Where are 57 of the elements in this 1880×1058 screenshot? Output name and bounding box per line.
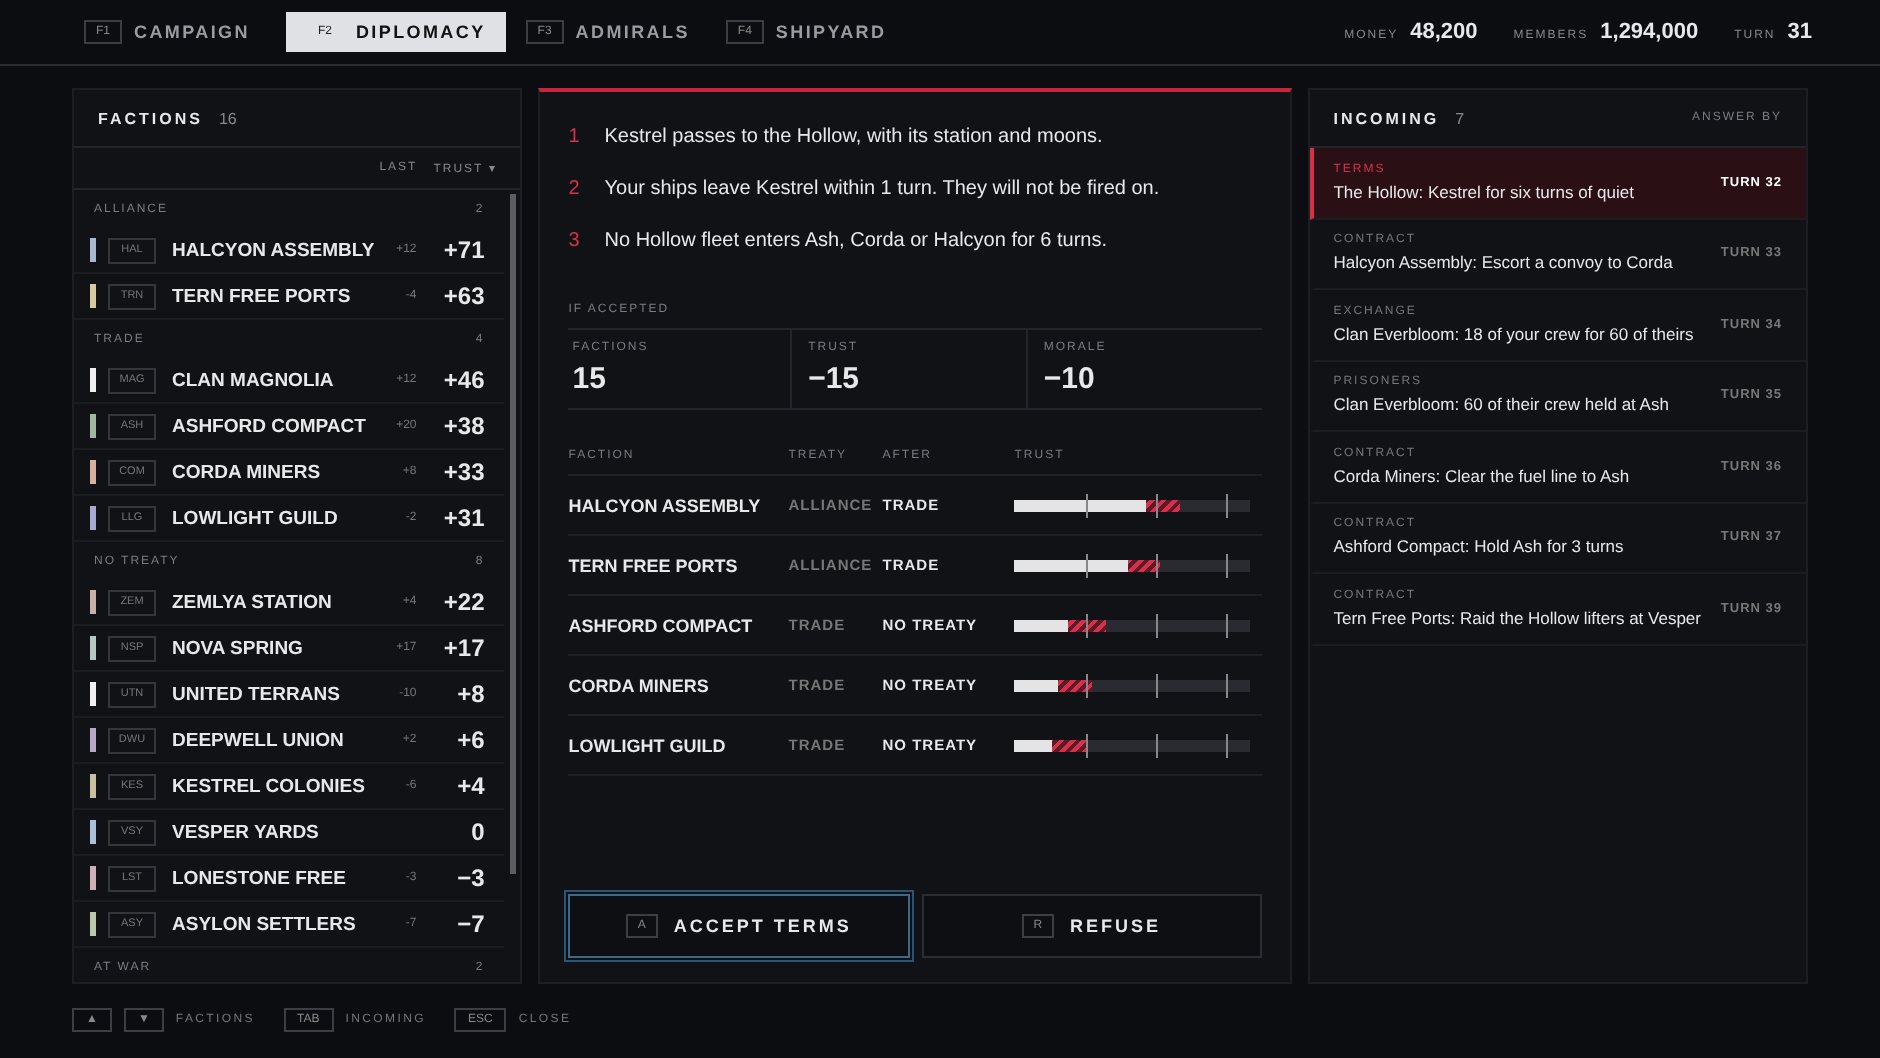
- term-number: 2: [568, 177, 581, 199]
- faction-name: UNITED TERRANS: [172, 683, 342, 705]
- trust-value: +4: [455, 772, 485, 800]
- faction-name: LONESTONE FREE: [172, 867, 348, 889]
- faction-name: HALCYON ASSEMBLY: [172, 239, 377, 261]
- stat-value: 31: [1787, 20, 1812, 44]
- term-text: Kestrel passes to the Hollow, with its station and moons.: [604, 125, 1103, 147]
- stat-value: 48,200: [1410, 20, 1478, 44]
- trust-value: −3: [455, 864, 485, 892]
- faction-name: ASHFORD COMPACT: [172, 415, 368, 437]
- term-text: No Hollow fleet enters Ash, Corda or Halcyon for 6 turns.: [604, 229, 1107, 251]
- trust-value: +46: [441, 366, 485, 394]
- faction-name: TERN FREE PORTS: [172, 285, 353, 307]
- faction-name: VESPER YARDS: [172, 821, 321, 843]
- faction-name: LOWLIGHT GUILD: [172, 507, 340, 529]
- trust-value: −7: [455, 910, 485, 938]
- trust-value: +71: [441, 236, 485, 264]
- trust-value: +6: [455, 726, 485, 754]
- faction-name: ASYLON SETTLERS: [172, 913, 358, 935]
- item-text: The Hollow: Kestrel for six turns of quiet: [1333, 181, 1636, 202]
- scrollbar[interactable]: [510, 194, 517, 874]
- stat-value: 1,294,000: [1600, 20, 1699, 44]
- faction-name: LOWLIGHT GUILD: [568, 735, 728, 755]
- item-text: Corda Miners: Clear the fuel line to Ash: [1333, 465, 1632, 486]
- trust-value: +63: [441, 282, 485, 310]
- item-text: Ashford Compact: Hold Ash for 3 turns: [1333, 536, 1626, 557]
- trust-value: +22: [441, 588, 485, 616]
- trust-value: +38: [441, 412, 485, 440]
- panel-count: 7: [1455, 109, 1465, 127]
- term-number: 1: [568, 125, 581, 147]
- trust-value: +8: [455, 680, 485, 708]
- faction-name: CLAN MAGNOLIA: [172, 369, 336, 391]
- trust-value: 0: [469, 818, 485, 846]
- item-text: Clan Everbloom: 60 of their crew held at Ash: [1333, 394, 1671, 415]
- faction-name: CORDA MINERS: [568, 675, 711, 695]
- trust-value: +31: [441, 504, 485, 532]
- stat-value: −15: [808, 362, 862, 396]
- faction-name: CORDA MINERS: [172, 461, 323, 483]
- item-text: Clan Everbloom: 18 of your crew for 60 of theirs: [1333, 323, 1696, 344]
- panel-title: FACTIONS: [98, 109, 203, 127]
- term-number: 3: [568, 229, 581, 251]
- item-text: Halcyon Assembly: Escort a convoy to Corda: [1333, 252, 1675, 273]
- trust-value: +17: [441, 634, 485, 662]
- faction-name: TERN FREE PORTS: [568, 555, 740, 575]
- faction-name: NOVA SPRING: [172, 637, 305, 659]
- faction-name: DEEPWELL UNION: [172, 729, 346, 751]
- panel-title: INCOMING: [1333, 109, 1440, 127]
- faction-name: HALCYON ASSEMBLY: [568, 495, 763, 515]
- panel-count: 16: [218, 109, 237, 127]
- item-text: Tern Free Ports: Raid the Hollow lifters at Vesper: [1333, 607, 1703, 628]
- faction-name: ASHFORD COMPACT: [568, 615, 755, 635]
- stat-value: 15: [572, 362, 608, 396]
- term-text: Your ships leave Kestrel within 1 turn. They will not be fired on.: [604, 177, 1160, 199]
- stat-value: −10: [1043, 362, 1097, 396]
- trust-value: +33: [441, 458, 485, 486]
- faction-name: ZEMLYA STATION: [172, 591, 334, 613]
- faction-name: KESTREL COLONIES: [172, 775, 367, 797]
